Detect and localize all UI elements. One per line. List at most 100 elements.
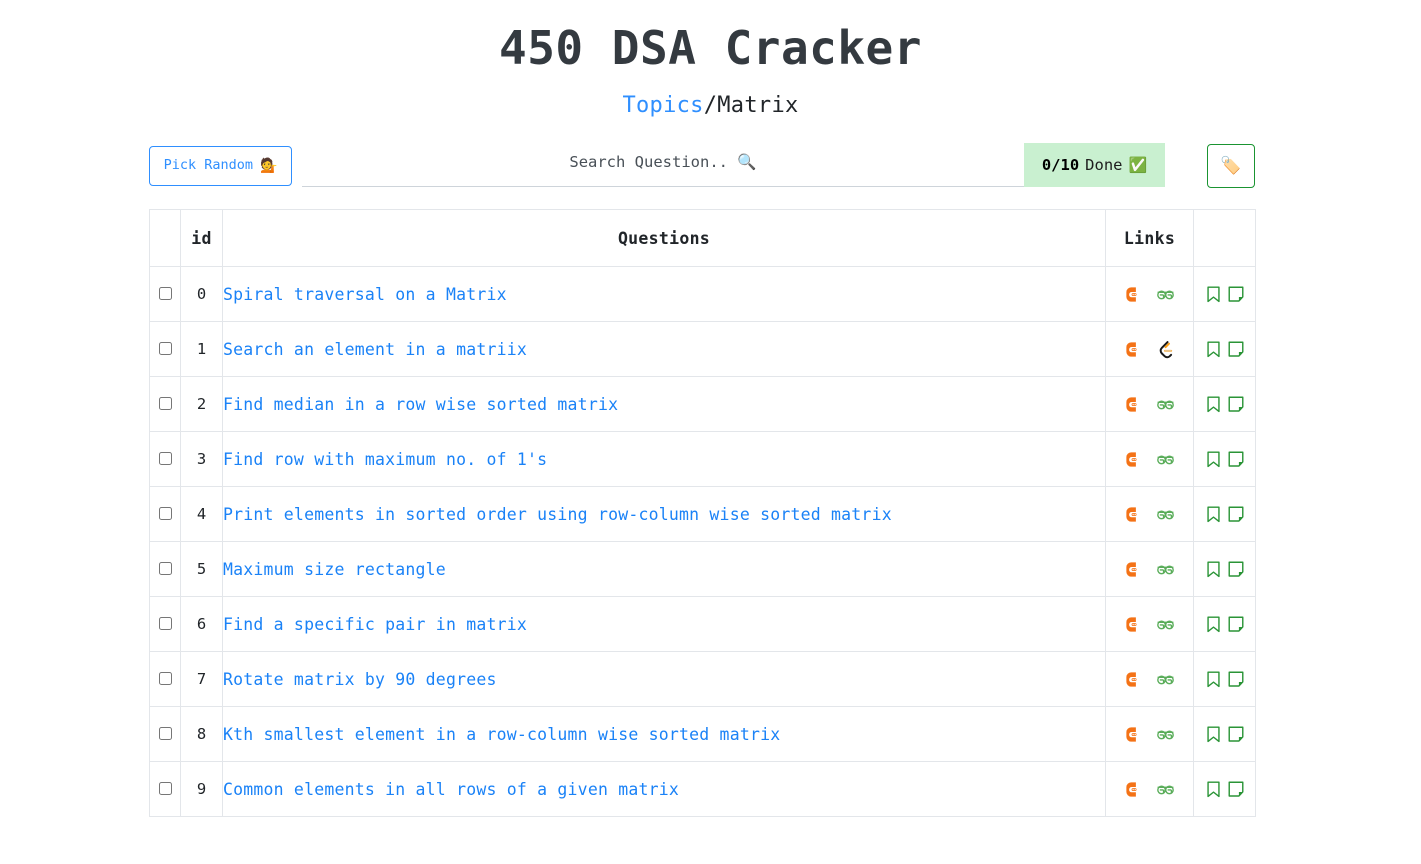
row-done-checkbox[interactable]: [158, 451, 172, 465]
codestudio-icon[interactable]: [1124, 615, 1143, 634]
leetcode-icon[interactable]: [1156, 340, 1175, 359]
note-icon[interactable]: [1228, 781, 1244, 798]
codestudio-icon[interactable]: [1124, 395, 1143, 414]
row-id: 0: [180, 266, 223, 322]
row-done-checkbox[interactable]: [158, 726, 172, 740]
codestudio-icon[interactable]: [1124, 450, 1143, 469]
question-link[interactable]: Common elements in all rows of a given m…: [223, 780, 679, 799]
row-select-cell: [149, 431, 181, 487]
row-done-checkbox[interactable]: [158, 781, 172, 795]
bookmark-icon[interactable]: [1205, 340, 1221, 358]
question-link[interactable]: Spiral traversal on a Matrix: [223, 285, 507, 304]
row-done-checkbox[interactable]: [158, 341, 172, 355]
bookmark-icon[interactable]: [1205, 780, 1221, 798]
codestudio-icon[interactable]: [1124, 670, 1143, 689]
geeksforgeeks-icon[interactable]: [1156, 560, 1175, 579]
bookmark-icon[interactable]: [1205, 285, 1221, 303]
action-icon-group: [1194, 340, 1255, 358]
geeksforgeeks-icon[interactable]: [1156, 450, 1175, 469]
row-done-checkbox[interactable]: [158, 506, 172, 520]
action-icon-group: [1194, 505, 1255, 523]
bookmark-icon[interactable]: [1205, 670, 1221, 688]
question-link[interactable]: Kth smallest element in a row-column wis…: [223, 725, 780, 744]
tag-button[interactable]: 🏷️: [1207, 144, 1255, 188]
note-icon[interactable]: [1228, 616, 1244, 633]
note-icon[interactable]: [1228, 726, 1244, 743]
geeksforgeeks-icon[interactable]: [1156, 395, 1175, 414]
geeksforgeeks-icon[interactable]: [1156, 285, 1175, 304]
codestudio-icon[interactable]: [1124, 560, 1143, 579]
question-link[interactable]: Find row with maximum no. of 1's: [223, 450, 547, 469]
action-icon-group: [1194, 560, 1255, 578]
row-question-cell: Print elements in sorted order using row…: [222, 486, 1106, 542]
question-link[interactable]: Rotate matrix by 90 degrees: [223, 670, 497, 689]
row-links-cell: [1105, 266, 1194, 322]
row-question-cell: Spiral traversal on a Matrix: [222, 266, 1106, 322]
note-icon[interactable]: [1228, 451, 1244, 468]
geeksforgeeks-icon[interactable]: [1156, 505, 1175, 524]
bookmark-icon[interactable]: [1205, 450, 1221, 468]
search-input[interactable]: [302, 143, 1024, 187]
geeksforgeeks-icon[interactable]: [1156, 780, 1175, 799]
geeksforgeeks-icon[interactable]: [1156, 725, 1175, 744]
codestudio-icon[interactable]: [1124, 340, 1143, 359]
question-link[interactable]: Maximum size rectangle: [223, 560, 446, 579]
person-tipping-hand-icon: 💁: [259, 158, 278, 174]
row-links-cell: [1105, 486, 1194, 542]
action-icon-group: [1194, 780, 1255, 798]
table-header: id Questions Links: [149, 209, 1256, 267]
row-question-cell: Find row with maximum no. of 1's: [222, 431, 1106, 487]
row-links-cell: [1105, 761, 1194, 817]
row-done-checkbox[interactable]: [158, 286, 172, 300]
codestudio-icon[interactable]: [1124, 285, 1143, 304]
pick-random-button[interactable]: Pick Random 💁: [149, 146, 292, 186]
row-links-cell: [1105, 431, 1194, 487]
codestudio-icon[interactable]: [1124, 505, 1143, 524]
row-select-cell: [149, 541, 181, 597]
pick-random-label: Pick Random: [163, 157, 253, 174]
row-question-cell: Search an element in a matriix: [222, 321, 1106, 377]
row-links-cell: [1105, 321, 1194, 377]
row-done-checkbox[interactable]: [158, 396, 172, 410]
row-select-cell: [149, 651, 181, 707]
search-field-wrapper: [302, 143, 1024, 187]
note-icon[interactable]: [1228, 506, 1244, 523]
row-select-cell: [149, 321, 181, 377]
row-id: 3: [180, 431, 223, 487]
question-link[interactable]: Find a specific pair in matrix: [223, 615, 527, 634]
action-icon-group: [1194, 725, 1255, 743]
row-done-checkbox[interactable]: [158, 561, 172, 575]
question-link[interactable]: Find median in a row wise sorted matrix: [223, 395, 618, 414]
table-row: 5 Maximum size rectangle: [149, 541, 1256, 597]
geeksforgeeks-icon[interactable]: [1156, 615, 1175, 634]
action-icon-group: [1194, 450, 1255, 468]
note-icon[interactable]: [1228, 286, 1244, 303]
col-header-actions: [1193, 209, 1256, 267]
question-link[interactable]: Search an element in a matriix: [223, 340, 527, 359]
table-row: 9 Common elements in all rows of a given …: [149, 761, 1256, 817]
row-actions-cell: [1193, 651, 1256, 707]
note-icon[interactable]: [1228, 341, 1244, 358]
row-actions-cell: [1193, 761, 1256, 817]
bookmark-icon[interactable]: [1205, 395, 1221, 413]
row-actions-cell: [1193, 486, 1256, 542]
bookmark-icon[interactable]: [1205, 725, 1221, 743]
codestudio-icon[interactable]: [1124, 725, 1143, 744]
link-icon-group: [1106, 505, 1193, 524]
bookmark-icon[interactable]: [1205, 615, 1221, 633]
note-icon[interactable]: [1228, 561, 1244, 578]
note-icon[interactable]: [1228, 396, 1244, 413]
row-links-cell: [1105, 706, 1194, 762]
question-link[interactable]: Print elements in sorted order using row…: [223, 505, 892, 524]
bookmark-icon[interactable]: [1205, 505, 1221, 523]
row-done-checkbox[interactable]: [158, 671, 172, 685]
breadcrumb-topics-link[interactable]: Topics: [622, 93, 703, 118]
bookmark-icon[interactable]: [1205, 560, 1221, 578]
geeksforgeeks-icon[interactable]: [1156, 670, 1175, 689]
table-row: 2 Find median in a row wise sorted matrix: [149, 376, 1256, 432]
row-done-checkbox[interactable]: [158, 616, 172, 630]
note-icon[interactable]: [1228, 671, 1244, 688]
codestudio-icon[interactable]: [1124, 780, 1143, 799]
table-row: 7 Rotate matrix by 90 degrees: [149, 651, 1256, 707]
link-icon-group: [1106, 450, 1193, 469]
